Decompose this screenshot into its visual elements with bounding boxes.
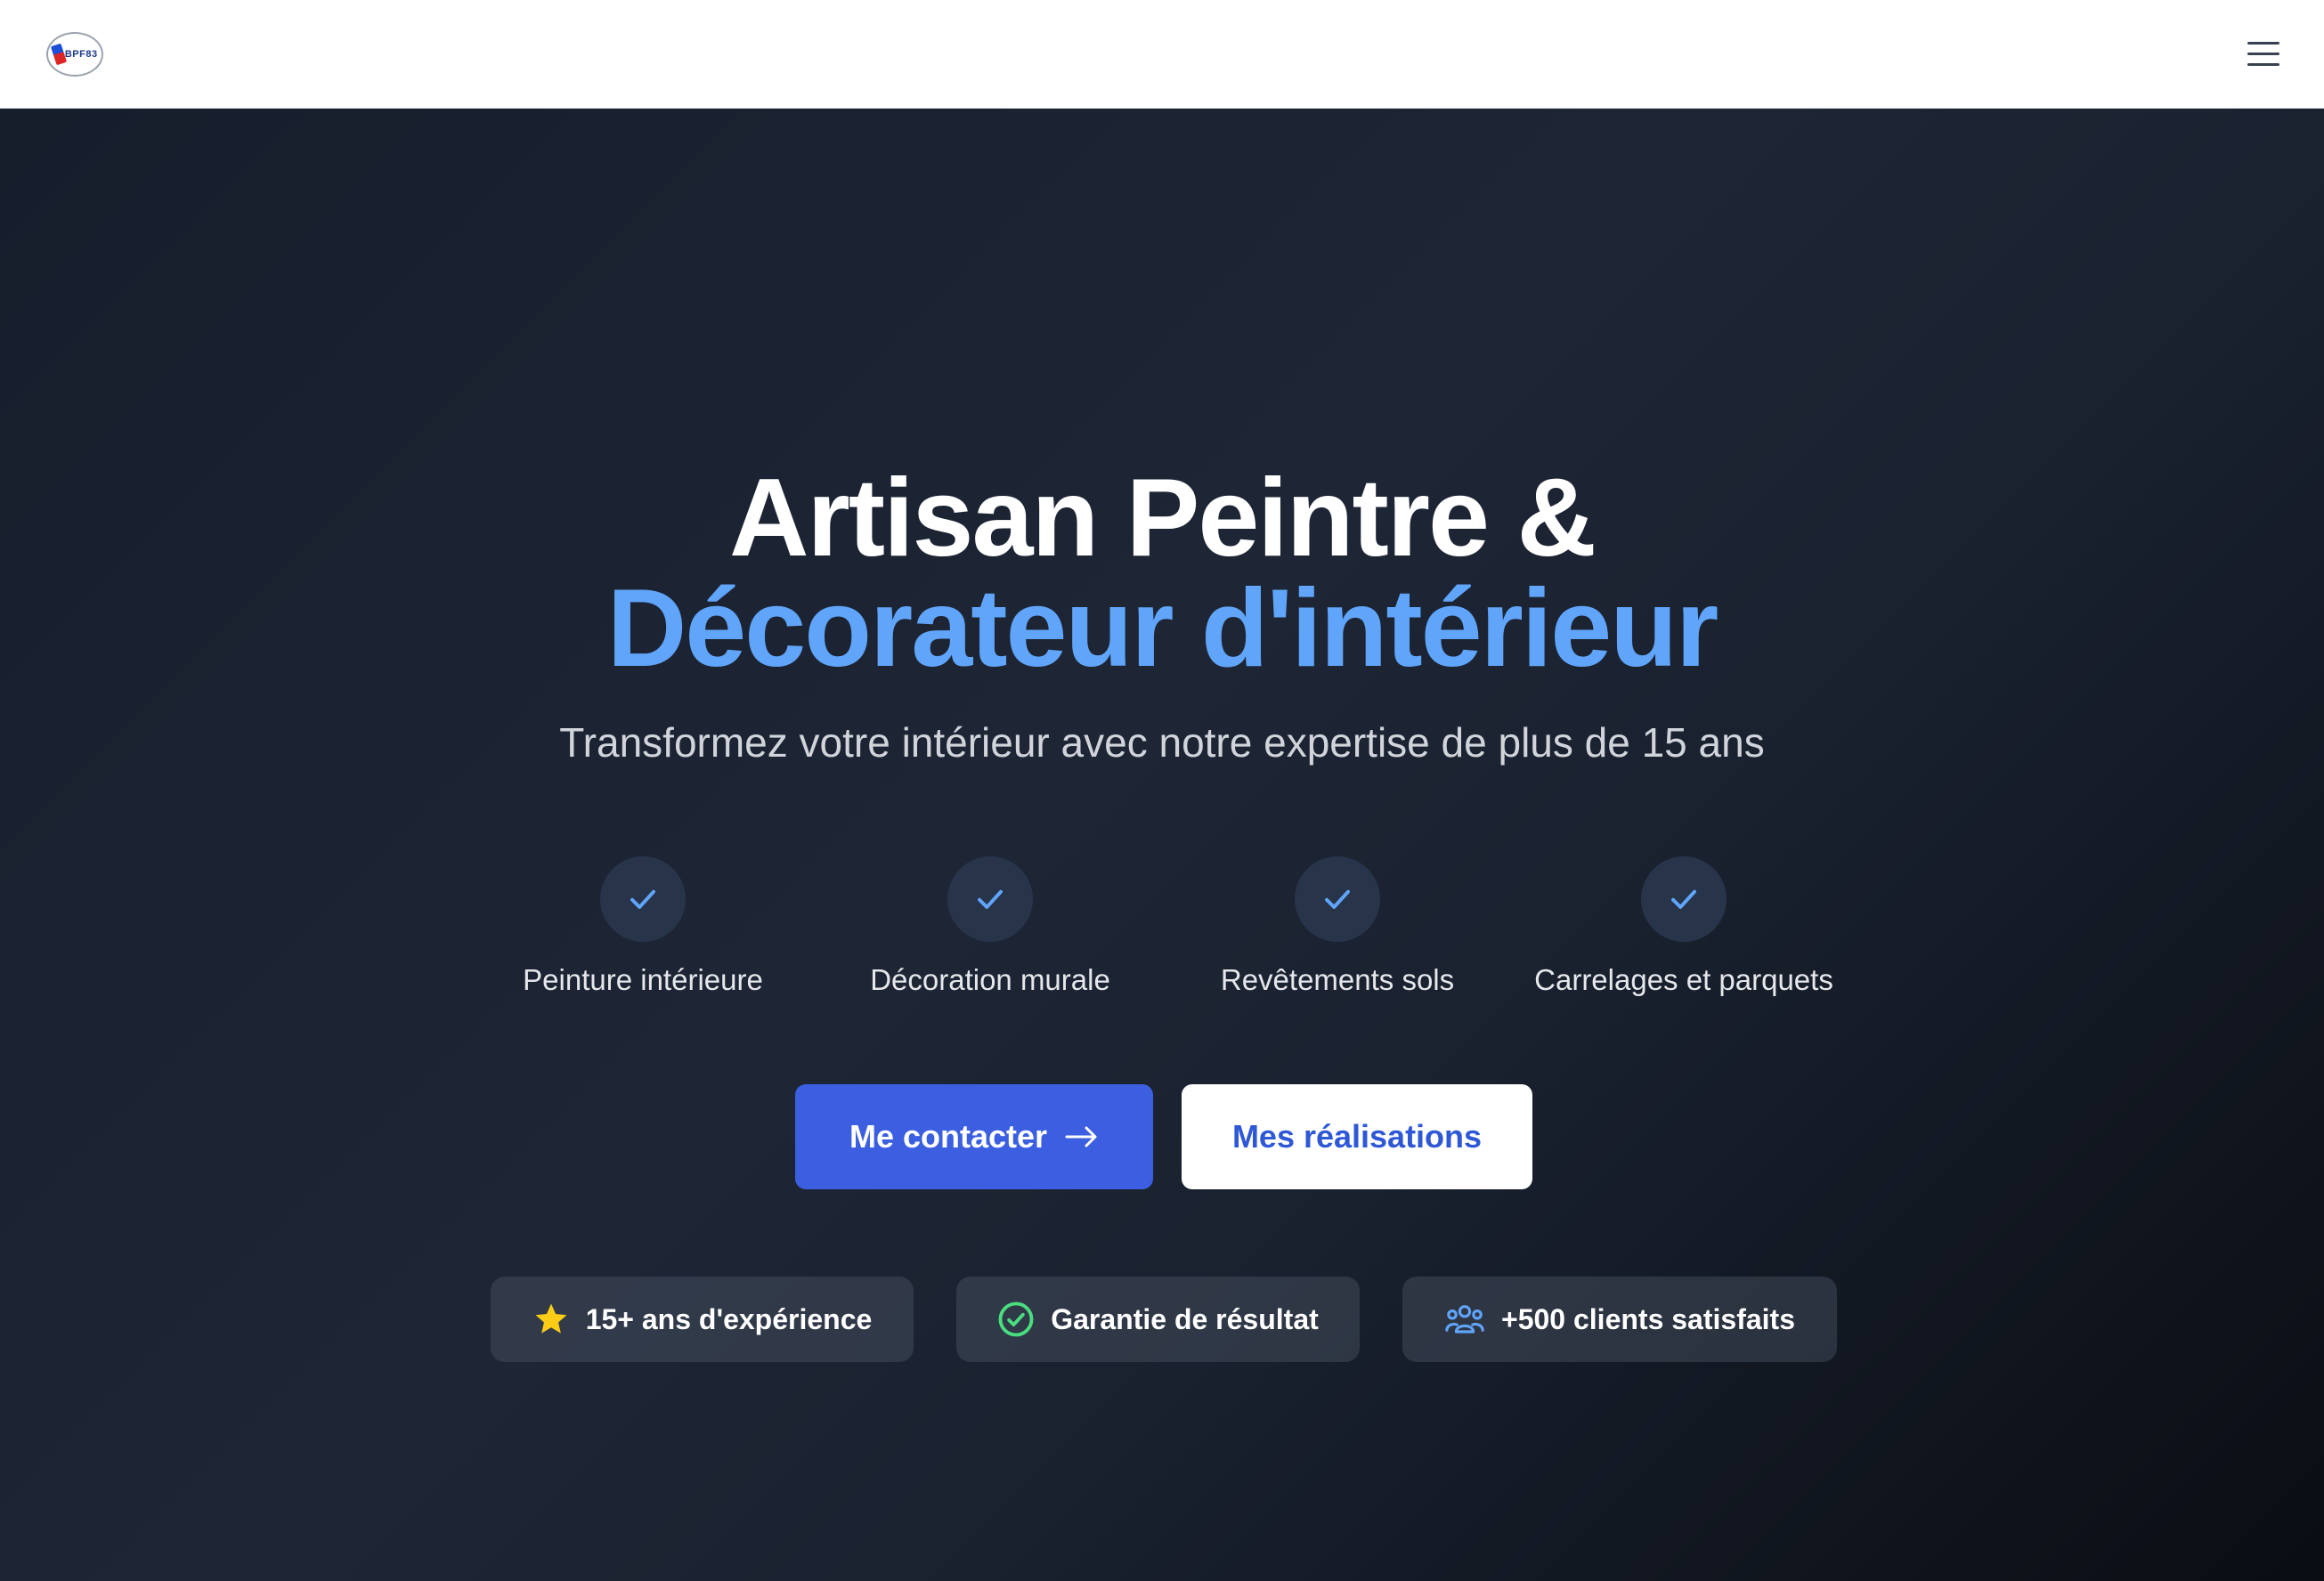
feature-item-carrelages: Carrelages et parquets [1510,856,1857,1001]
star-icon [532,1301,570,1338]
badge-label: +500 clients satisfaits [1501,1302,1795,1335]
hero-title-highlight: Décorateur d'intérieur [606,567,1719,690]
badge-label: 15+ ans d'expérience [585,1302,873,1335]
top-navbar: ABPF83 [0,0,2324,109]
hero-subtitle: Transformez votre intérieur avec notre e… [559,719,1765,766]
contact-button-label: Me contacter [849,1118,1048,1155]
users-icon [1444,1301,1485,1338]
feature-label: Revêtements sols [1220,963,1455,996]
badge-guarantee: Garantie de résultat [956,1277,1360,1362]
contact-button[interactable]: Me contacter [795,1084,1153,1189]
feature-item-decoration: Décoration murale [817,856,1164,1001]
badge-label: Garantie de résultat [1051,1302,1319,1335]
feature-item-revetements: Revêtements sols [1164,856,1511,1001]
realisations-button-label: Mes réalisations [1231,1118,1483,1155]
realisations-button[interactable]: Mes réalisations [1182,1084,1532,1189]
feature-item-peinture: Peinture intérieure [469,856,817,1001]
hero-section: Artisan Peintre & Décorateur d'intérieur… [0,109,2324,1581]
check-icon [1295,856,1380,942]
paintbrush-logo-icon [50,43,68,65]
check-icon [600,856,686,942]
feature-label: Décoration murale [870,963,1110,996]
check-icon [1641,856,1727,942]
check-icon [947,856,1033,942]
arrow-right-icon [1065,1125,1099,1148]
hamburger-menu-icon[interactable] [2239,29,2288,79]
site-logo[interactable]: ABPF83 [46,31,103,77]
badge-experience: 15+ ans d'expérience [491,1277,914,1362]
badge-clients: +500 clients satisfaits [1402,1277,1837,1362]
check-circle-icon [997,1301,1035,1338]
hero-title: Artisan Peintre & [728,457,1597,580]
feature-label: Carrelages et parquets [1534,963,1833,996]
feature-label: Peinture intérieure [523,963,763,996]
